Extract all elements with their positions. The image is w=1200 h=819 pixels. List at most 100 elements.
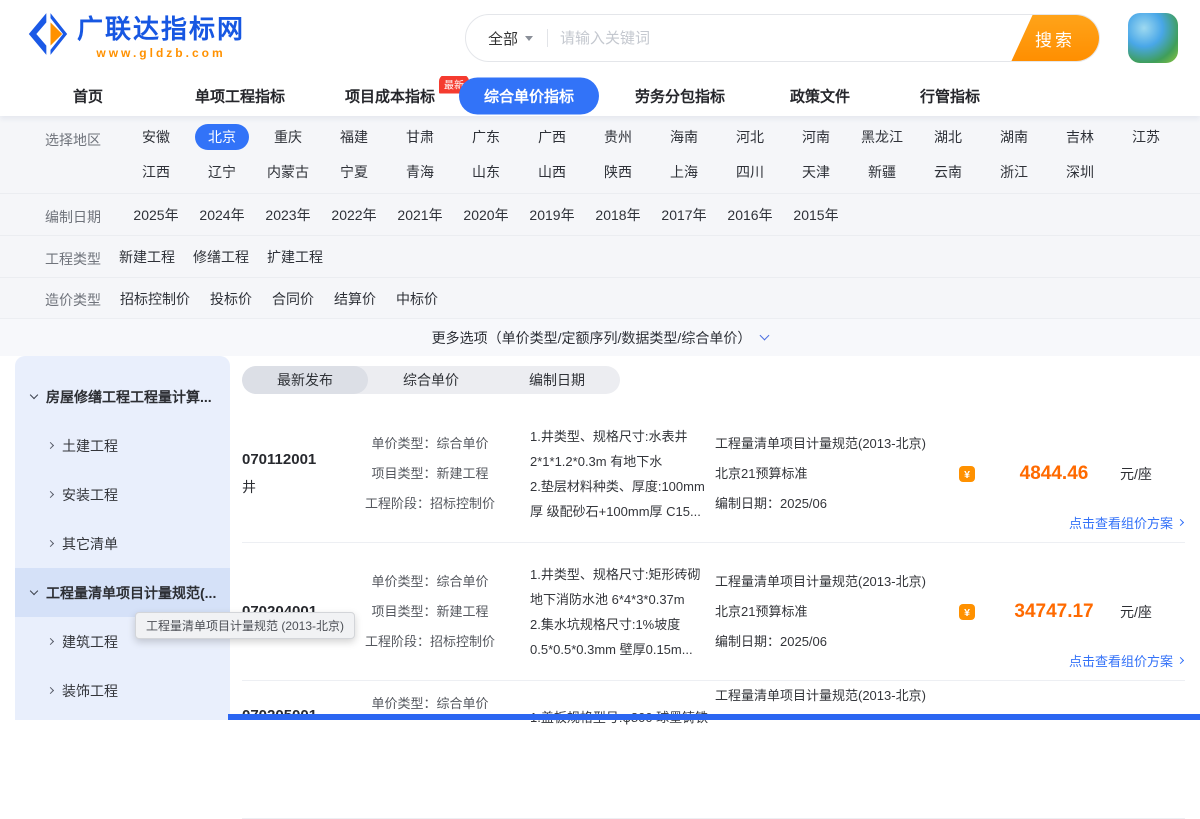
- region-item[interactable]: 河北: [717, 124, 783, 150]
- view-pricing-plan-link[interactable]: 点击查看组价方案: [1069, 513, 1183, 532]
- region-item[interactable]: 新疆: [849, 159, 915, 185]
- sidebar-item-tooltip: 工程量清单项目计量规范 (2013-北京): [135, 612, 355, 639]
- sidebar-item-installation-works[interactable]: 安装工程: [15, 470, 230, 519]
- date-item[interactable]: 2022年: [321, 202, 387, 228]
- cost-type-item[interactable]: 投标价: [210, 286, 252, 312]
- sidebar-item-repair-quantity-calc[interactable]: 房屋修缮工程工程量计算...: [15, 372, 230, 421]
- item-code: 070112001: [242, 451, 342, 468]
- project-type-filter-row: 工程类型 新建工程 修缮工程 扩建工程: [0, 236, 1200, 278]
- nav-item-industry-admin-index[interactable]: 行管指标: [920, 86, 980, 107]
- result-row: 070204001 单价类型：综合单价 项目类型：新建工程 工程阶段：招标控制价…: [242, 543, 1185, 681]
- region-item-selected[interactable]: 北京: [189, 124, 255, 150]
- search-input[interactable]: [548, 15, 1011, 61]
- chevron-down-icon: [760, 331, 770, 341]
- region-item[interactable]: 安徽: [123, 124, 189, 150]
- sidebar-item-label: 其它清单: [62, 534, 118, 554]
- nav-item-project-cost-index[interactable]: 项目成本指标 最新: [345, 86, 435, 107]
- region-item[interactable]: 甘肃: [387, 124, 453, 150]
- region-item[interactable]: 深圳: [1047, 159, 1113, 185]
- sidebar-item-label: 装饰工程: [62, 681, 118, 701]
- item-code-block: 070112001 井: [242, 405, 342, 542]
- region-item[interactable]: 山东: [453, 159, 519, 185]
- cost-type-item[interactable]: 招标控制价: [120, 286, 190, 312]
- region-item[interactable]: 湖北: [915, 124, 981, 150]
- region-item[interactable]: 贵州: [585, 124, 651, 150]
- chevron-right-icon: [47, 540, 54, 547]
- tab-composite-unit-price[interactable]: 综合单价: [368, 366, 494, 394]
- view-pricing-plan-link[interactable]: 点击查看组价方案: [1069, 651, 1183, 670]
- nav-item-home[interactable]: 首页: [73, 86, 103, 107]
- region-item[interactable]: 福建: [321, 124, 387, 150]
- chevron-down-icon: [525, 36, 533, 41]
- sidebar-item-label: 建筑工程: [62, 632, 118, 652]
- search-button[interactable]: 搜索: [1011, 14, 1099, 62]
- date-item[interactable]: 2018年: [585, 202, 651, 228]
- chevron-right-icon: [47, 687, 54, 694]
- sidebar-item-civil-works[interactable]: 土建工程: [15, 421, 230, 470]
- filter-panel: 选择地区 安徽 北京 重庆 福建 甘肃 广东 广西 贵州 海南 河北 河南 黑龙…: [0, 116, 1200, 318]
- project-type-item[interactable]: 修缮工程: [193, 244, 249, 270]
- date-item[interactable]: 2015年: [783, 202, 849, 228]
- user-avatar[interactable]: [1128, 13, 1178, 63]
- sidebar-item-boq-measurement-spec[interactable]: 工程量清单项目计量规范(...: [15, 568, 230, 617]
- nav-item-single-project-index[interactable]: 单项工程指标: [195, 86, 285, 107]
- nav-item-composite-unit-price-index[interactable]: 综合单价指标: [459, 78, 599, 115]
- region-item[interactable]: 湖南: [981, 124, 1047, 150]
- region-item[interactable]: 上海: [651, 159, 717, 185]
- site-logo[interactable]: 广联达指标网 www.gldzb.com: [28, 12, 245, 61]
- region-options: 安徽 北京 重庆 福建 甘肃 广东 广西 贵州 海南 河北 河南 黑龙江 湖北 …: [123, 124, 1179, 185]
- date-item[interactable]: 2019年: [519, 202, 585, 228]
- region-item[interactable]: 青海: [387, 159, 453, 185]
- item-description: 1.井类型、规格尺寸:水表井 2*1*1.2*0.3m 有地下水 2.垫层材料种…: [530, 405, 722, 542]
- region-item[interactable]: 江苏: [1113, 124, 1179, 150]
- search-category-dropdown[interactable]: 全部: [466, 15, 547, 61]
- price-tag-icon: ¥: [958, 603, 976, 621]
- more-options-toggle[interactable]: 更多选项（单价类型/定额序列/数据类型/综合单价）: [0, 318, 1200, 356]
- chevron-right-icon: [47, 638, 54, 645]
- region-item[interactable]: 云南: [915, 159, 981, 185]
- tab-compile-date[interactable]: 编制日期: [494, 366, 620, 394]
- search-category-label: 全部: [488, 28, 518, 49]
- item-price: 34747.17: [1014, 601, 1093, 622]
- project-type-item[interactable]: 新建工程: [119, 244, 175, 270]
- date-item[interactable]: 2017年: [651, 202, 717, 228]
- region-item[interactable]: 内蒙古: [255, 159, 321, 185]
- date-item[interactable]: 2021年: [387, 202, 453, 228]
- nav-item-labor-subcontract-index[interactable]: 劳务分包指标: [635, 86, 725, 107]
- sidebar-item-label: 安装工程: [62, 485, 118, 505]
- project-type-item[interactable]: 扩建工程: [267, 244, 323, 270]
- more-options-label: 更多选项（单价类型/定额序列/数据类型/综合单价）: [432, 328, 752, 348]
- region-item[interactable]: 河南: [783, 124, 849, 150]
- region-item[interactable]: 陕西: [585, 159, 651, 185]
- sidebar-item-other-list[interactable]: 其它清单: [15, 519, 230, 568]
- region-item[interactable]: 浙江: [981, 159, 1047, 185]
- region-item[interactable]: 重庆: [255, 124, 321, 150]
- region-item[interactable]: 辽宁: [189, 159, 255, 185]
- region-item[interactable]: 海南: [651, 124, 717, 150]
- region-item[interactable]: 山西: [519, 159, 585, 185]
- region-item[interactable]: 四川: [717, 159, 783, 185]
- nav-item-policy-documents[interactable]: 政策文件: [790, 86, 850, 107]
- footer-strip: [228, 714, 1200, 720]
- region-item[interactable]: 宁夏: [321, 159, 387, 185]
- date-item[interactable]: 2025年: [123, 202, 189, 228]
- sidebar-item-label: 房屋修缮工程工程量计算...: [46, 387, 212, 407]
- region-item[interactable]: 江西: [123, 159, 189, 185]
- results-list: 070112001 井 单价类型：综合单价 项目类型：新建工程 工程阶段：招标控…: [242, 405, 1185, 819]
- tab-latest-release[interactable]: 最新发布: [242, 366, 368, 394]
- date-item[interactable]: 2023年: [255, 202, 321, 228]
- date-item[interactable]: 2020年: [453, 202, 519, 228]
- date-item[interactable]: 2024年: [189, 202, 255, 228]
- sidebar-item-decoration-works[interactable]: 装饰工程: [15, 666, 230, 715]
- region-item[interactable]: 天津: [783, 159, 849, 185]
- cost-type-item[interactable]: 合同价: [272, 286, 314, 312]
- region-item[interactable]: 广西: [519, 124, 585, 150]
- region-item[interactable]: 黑龙江: [849, 124, 915, 150]
- cost-type-item[interactable]: 结算价: [334, 286, 376, 312]
- project-type-filter-label: 工程类型: [45, 249, 101, 269]
- date-item[interactable]: 2016年: [717, 202, 783, 228]
- result-row: 070205001 单价类型：综合单价 1.盖板规格型号:φ800 球墨铸铁 工…: [242, 681, 1185, 819]
- cost-type-item[interactable]: 中标价: [396, 286, 438, 312]
- region-item[interactable]: 吉林: [1047, 124, 1113, 150]
- region-item[interactable]: 广东: [453, 124, 519, 150]
